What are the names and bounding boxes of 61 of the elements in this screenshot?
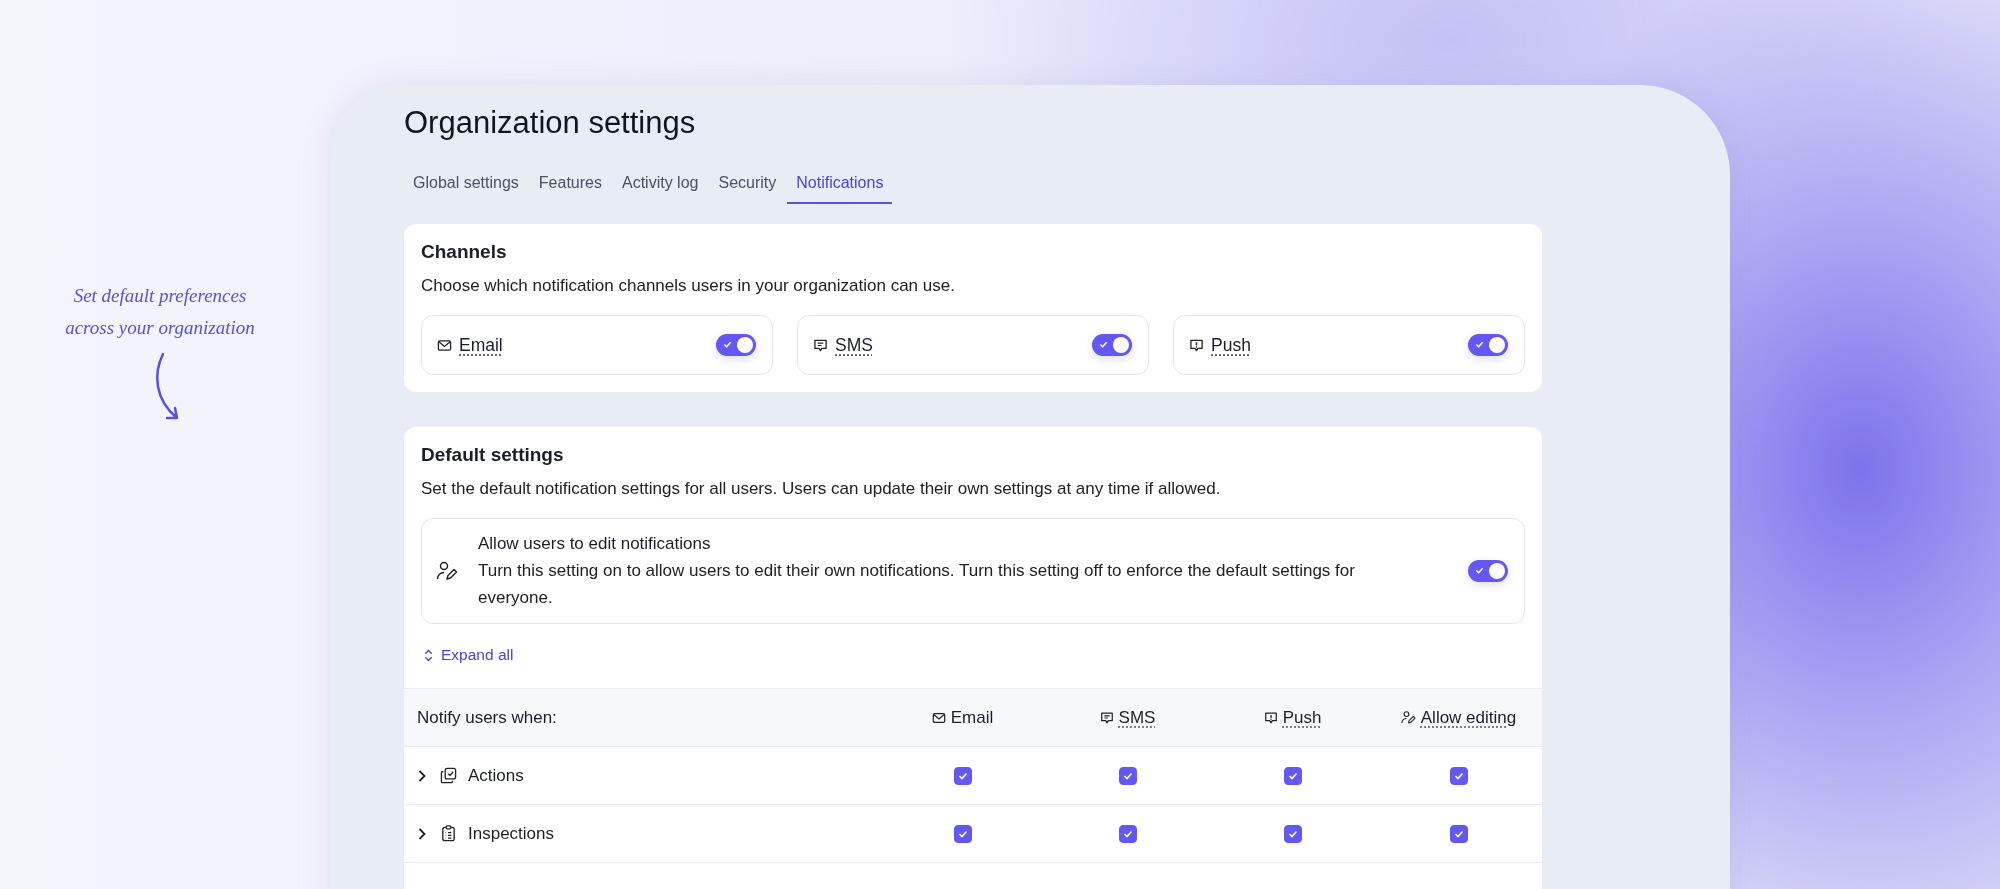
row-label: Actions	[468, 765, 524, 786]
page-title: Organization settings	[404, 104, 697, 142]
check-icon	[957, 770, 968, 781]
check-icon	[957, 828, 968, 839]
toggle-switch[interactable]	[1092, 334, 1132, 356]
column-header: Allow editing	[1420, 707, 1517, 728]
chat-bubble-icon	[1099, 710, 1114, 725]
column-header: SMS	[1118, 707, 1156, 728]
row-label: Inspections	[468, 823, 554, 844]
toggle-switch[interactable]	[1468, 334, 1508, 356]
tab[interactable]: Security	[709, 164, 786, 204]
checkbox[interactable]	[1118, 824, 1137, 843]
checkbox[interactable]	[953, 824, 972, 843]
setting-title: Allow users to edit notifications	[478, 533, 712, 555]
channel-name: Push	[1211, 334, 1252, 356]
tab[interactable]: Features	[529, 164, 611, 204]
card-description: Set the default notification settings for all users. Users can update their own settings at any time if allowed.	[421, 478, 1222, 500]
checkbox[interactable]	[953, 766, 972, 785]
column-header: Push	[1282, 707, 1322, 728]
checkbox[interactable]	[1449, 824, 1468, 843]
tab[interactable]: Activity log	[613, 164, 708, 204]
user-pencil-icon	[1400, 710, 1416, 725]
checkbox[interactable]	[1283, 824, 1302, 843]
toggle-switch[interactable]	[1468, 560, 1508, 582]
up-down-chevron-icon	[423, 648, 434, 662]
check-icon	[1122, 770, 1133, 781]
checkbox[interactable]	[1283, 766, 1302, 785]
chevron-icon[interactable]	[417, 768, 427, 783]
chevron-icon[interactable]	[417, 826, 427, 841]
channel-name: SMS	[835, 334, 874, 356]
check-icon	[723, 340, 732, 349]
card-title: Default settings	[421, 443, 565, 467]
setting-description: Turn this setting on to allow users to edit their own notifications. Turn this setting off to enforce the default settings for everyone.	[478, 560, 1356, 609]
check-icon	[1475, 566, 1484, 575]
check-icon	[1099, 340, 1108, 349]
alert-bubble-icon	[1263, 710, 1278, 725]
check-icon	[1453, 770, 1464, 781]
user-pencil-icon	[436, 560, 458, 582]
check-icon	[1453, 828, 1464, 839]
checkbox[interactable]	[1118, 766, 1137, 785]
check-icon	[1287, 828, 1298, 839]
column-header: Email	[950, 707, 994, 728]
alert-bubble-icon	[1189, 337, 1204, 353]
channel-name: Email	[459, 334, 504, 356]
checkbox[interactable]	[1449, 766, 1468, 785]
chat-bubble-icon	[813, 337, 828, 353]
clipboard-list-icon	[440, 825, 457, 842]
check-icon	[1122, 828, 1133, 839]
tab[interactable]: Notifications	[787, 164, 893, 204]
card-title: Channels	[421, 240, 508, 264]
expand-all-link[interactable]: Expand all	[421, 624, 514, 688]
annotation-text: Set default preferences across your organization	[64, 284, 256, 340]
check-icon	[1475, 340, 1484, 349]
column-header: Notify users when:	[417, 707, 557, 728]
check-icon	[1287, 770, 1298, 781]
envelope-icon	[437, 337, 452, 353]
envelope-icon	[931, 710, 946, 725]
toggle-switch[interactable]	[716, 334, 756, 356]
checked-squares-icon	[440, 767, 457, 784]
card-description: Choose which notification channels users in your organization can use.	[421, 275, 956, 297]
tab[interactable]: Global settings	[404, 164, 528, 204]
